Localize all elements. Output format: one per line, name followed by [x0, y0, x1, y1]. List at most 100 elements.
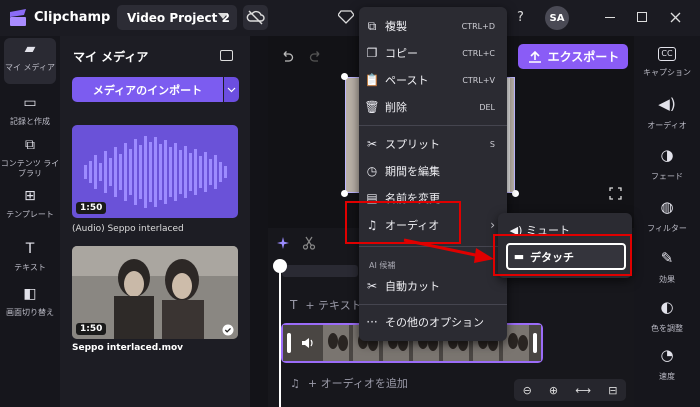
rail-label: 画面切り替え: [6, 308, 54, 317]
library-icon: ⧉: [25, 137, 35, 153]
export-label: エクスポート: [547, 50, 620, 64]
export-button[interactable]: エクスポート: [518, 44, 628, 69]
menu-item-paste[interactable]: 📋 ペースト CTRL+V: [359, 68, 507, 92]
minimize-icon[interactable]: [605, 17, 615, 18]
clock-icon: ◷: [366, 164, 378, 178]
import-dropdown-button[interactable]: [224, 77, 239, 102]
rail-item-filters[interactable]: ◍ フィルター: [634, 200, 700, 234]
cloud-sync-button[interactable]: [243, 5, 268, 30]
redo-icon[interactable]: [309, 50, 323, 63]
rail-item-captions[interactable]: CC キャプション: [634, 46, 700, 78]
speaker-icon[interactable]: [301, 337, 315, 349]
rail-label: キャプション: [643, 68, 691, 77]
transition-icon: ◧: [23, 286, 37, 302]
rail-item-color[interactable]: ◐ 色を調整: [634, 300, 700, 334]
resize-handle[interactable]: [341, 190, 348, 197]
rail-label: テキスト: [14, 263, 46, 272]
speed-icon: ◔: [660, 346, 674, 364]
clipchamp-logo-icon: [10, 9, 26, 26]
maximize-icon[interactable]: [637, 12, 647, 22]
menu-item-more-options[interactable]: ··· その他のオプション: [359, 310, 507, 334]
rail-label: 記録と作成: [10, 117, 50, 126]
clip-trim-handle-left[interactable]: [287, 333, 291, 353]
rail-item-speed[interactable]: ◔ 速度: [634, 346, 700, 382]
fit-timeline-icon[interactable]: ⊟: [608, 384, 617, 397]
rail-label: オーディオ: [647, 121, 687, 130]
text-track-label: + テキスト: [305, 299, 362, 312]
upload-icon: [528, 50, 541, 63]
duplicate-icon: ⧉: [367, 18, 377, 33]
media-item-name: Seppo interlaced.mov: [72, 343, 184, 353]
playhead[interactable]: [279, 261, 281, 407]
menu-item-split[interactable]: ✂ スプリット S: [359, 132, 507, 156]
rail-item-fade[interactable]: ◑ フェード: [634, 148, 700, 182]
rail-item-templates[interactable]: ⊞ テンプレート: [0, 189, 60, 220]
chevron-down-icon: [227, 87, 236, 93]
playhead-handle[interactable]: [273, 259, 287, 273]
context-menu: ⧉ 複製 CTRL+D ❐ コピー CTRL+C 📋 ペースト CTRL+V 🗑…: [359, 7, 507, 341]
more-options-icon: ···: [366, 315, 378, 329]
media-thumbnail-audio[interactable]: 1:50: [72, 125, 238, 218]
rail-label: 色を調整: [651, 324, 683, 333]
zoom-in-icon[interactable]: ⊕: [549, 384, 558, 397]
fit-width-icon[interactable]: ⟷: [575, 384, 591, 397]
project-name: Video Project 2: [127, 10, 230, 25]
help-icon[interactable]: ?: [517, 10, 524, 25]
scissors-icon: ✂: [366, 137, 378, 151]
ai-sparkle-icon[interactable]: [276, 236, 290, 250]
duration-badge: 1:50: [76, 202, 107, 214]
rail-label: 速度: [659, 372, 675, 381]
zoom-controls: ⊖ ⊕ ⟷ ⊟: [514, 379, 626, 401]
clip-trim-handle-right[interactable]: [533, 333, 537, 353]
import-media-button[interactable]: メディアのインポート: [72, 77, 223, 102]
menu-section-label: AI 候補: [369, 261, 396, 270]
panel-title: マイ メディア: [73, 50, 149, 64]
project-name-dropdown[interactable]: Video Project 2: [117, 5, 237, 30]
rail-label: 効果: [659, 275, 675, 284]
media-item-name: (Audio) Seppo interlaced: [72, 224, 184, 234]
resize-handle[interactable]: [512, 190, 519, 197]
fullscreen-icon[interactable]: [609, 187, 622, 200]
resize-handle[interactable]: [341, 73, 348, 80]
text-icon: T: [25, 241, 35, 257]
checkmark-icon: [222, 324, 234, 336]
arrow-annotation-icon: [403, 238, 494, 263]
menu-divider: [359, 125, 507, 126]
rail-item-record[interactable]: ▭ 記録と作成: [0, 95, 60, 127]
cloud-off-icon: [246, 10, 265, 25]
rail-item-text[interactable]: T テキスト: [0, 241, 60, 273]
left-rail: ▰ マイ メディア ▭ 記録と作成 ⧉ コンテンツ ライブラリ ⊞ テンプレート…: [0, 36, 60, 407]
media-thumbnail-video[interactable]: 1:50: [72, 246, 238, 339]
menu-item-edit-duration[interactable]: ◷ 期間を編集: [359, 159, 507, 183]
duration-badge: 1:50: [76, 323, 107, 335]
rail-label: フィルター: [647, 224, 687, 233]
camera-icon: ▭: [23, 95, 37, 111]
menu-item-delete[interactable]: 🗑 削除 DEL: [359, 95, 507, 119]
audio-track-label: + オーディオを追加: [307, 377, 408, 390]
undo-icon[interactable]: [280, 50, 294, 63]
scissors-icon[interactable]: [302, 236, 316, 250]
rail-item-transitions[interactable]: ◧ 画面切り替え: [0, 286, 60, 318]
rail-item-effects[interactable]: ✎ 効果: [634, 251, 700, 285]
folder-icon: ▰: [24, 41, 36, 57]
copy-icon: ❐: [366, 46, 378, 60]
trash-icon: 🗑: [364, 100, 380, 114]
menu-item-auto-cut[interactable]: ✂ 自動カット: [359, 274, 507, 298]
paste-icon: 📋: [364, 73, 380, 87]
rail-item-audio[interactable]: ◀) オーディオ: [634, 97, 700, 131]
time-ruler[interactable]: [282, 265, 358, 277]
menu-item-copy[interactable]: ❐ コピー CTRL+C: [359, 41, 507, 65]
rail-item-my-media[interactable]: ▰ マイ メディア: [4, 38, 56, 84]
rail-label: マイ メディア: [5, 63, 55, 72]
diamond-premium-icon[interactable]: [338, 10, 354, 24]
highlight-box-detach: [493, 234, 632, 276]
rail-item-content-library[interactable]: ⧉ コンテンツ ライブラリ: [0, 137, 60, 179]
menu-item-duplicate[interactable]: ⧉ 複製 CTRL+D: [359, 14, 507, 38]
rail-label: コンテンツ ライブラリ: [0, 159, 60, 178]
media-panel: マイ メディア メディアのインポート 1:50 (Audio) Seppo in…: [60, 36, 250, 407]
collapse-panel-icon[interactable]: [220, 50, 233, 61]
close-icon[interactable]: [670, 12, 681, 23]
zoom-out-icon[interactable]: ⊖: [523, 384, 532, 397]
avatar[interactable]: SA: [545, 6, 569, 30]
chevron-down-icon: [218, 13, 228, 19]
